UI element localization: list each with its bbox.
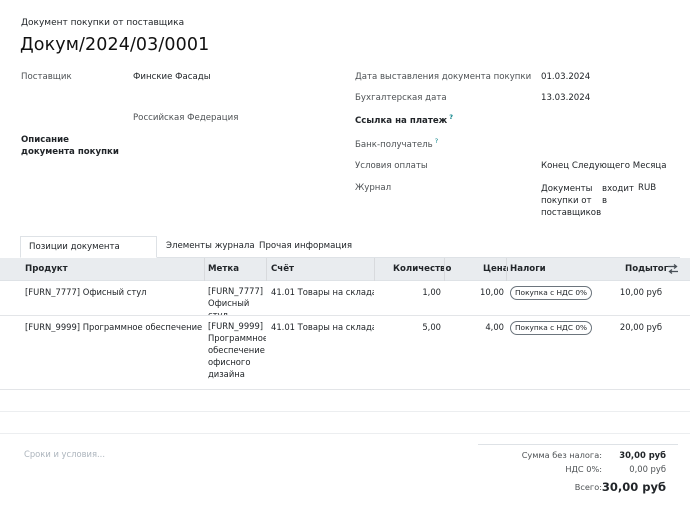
row-account[interactable]: 41.01 Товары на складах xyxy=(271,287,374,297)
help-icon[interactable]: ? xyxy=(449,113,453,121)
invoice-date-field[interactable]: 01.03.2024 xyxy=(541,72,590,82)
payment-terms-label: Условия оплаты xyxy=(355,161,428,171)
table-row[interactable]: [FURN_7777] Офисный стул [FURN_7777] Офи… xyxy=(0,282,690,316)
row-label[interactable]: [FURN_9999] Программное обеспечение офис… xyxy=(208,320,266,388)
row-quantity[interactable]: 1,00 xyxy=(380,287,441,297)
column-separator xyxy=(444,258,445,281)
table-row[interactable]: [FURN_9999] Программное обеспечение офи … xyxy=(0,317,690,390)
notebook-tabs: Позиции документа продажи Элементы журна… xyxy=(20,236,680,273)
journal-field[interactable]: Документы покупки от поставщиков xyxy=(541,183,601,219)
tab-journal-items[interactable]: Элементы журнала xyxy=(158,236,263,258)
accounting-date-label: Бухгалтерская дата xyxy=(355,93,447,103)
column-subtotal[interactable]: Подытог xyxy=(625,264,668,274)
column-account[interactable]: Счёт xyxy=(271,264,294,274)
vendor-field[interactable]: Финские Фасады xyxy=(133,72,211,82)
row-subtotal: 10,00 руб xyxy=(619,287,662,297)
row-subtotal: 20,00 руб xyxy=(619,322,662,332)
column-quantity[interactable]: Количество xyxy=(393,264,451,274)
column-separator xyxy=(374,258,375,281)
row-product[interactable]: [FURN_7777] Офисный стул xyxy=(25,287,203,297)
payment-reference-label: Ссылка на платеж? xyxy=(355,113,453,126)
row-label[interactable]: [FURN_7777] Офисный стул xyxy=(208,285,266,315)
column-product[interactable]: Продукт xyxy=(25,264,68,274)
total-value: 30,00 руб xyxy=(601,480,666,494)
page-title: Докум/2024/03/0001 xyxy=(20,35,210,55)
lines-table-header: Продукт Метка Счёт Количество Цена Налог… xyxy=(0,258,690,281)
description-label: Описание документа покупки xyxy=(21,135,119,157)
tab-other-info[interactable]: Прочая информация xyxy=(251,236,360,258)
column-price[interactable]: Цена xyxy=(483,264,509,274)
total-label: Всего: xyxy=(574,482,602,492)
table-bottom-divider xyxy=(0,411,690,412)
column-separator xyxy=(266,258,267,281)
footer-divider xyxy=(0,433,690,434)
payment-terms-field[interactable]: Конец Следующего Месяца xyxy=(541,161,667,171)
row-account[interactable]: 41.01 Товары на складах xyxy=(271,322,374,332)
document-type-label: Документ покупки от поставщика xyxy=(21,18,185,28)
recipient-bank-label: Банк-получатель? xyxy=(355,137,439,150)
row-price[interactable]: 4,00 xyxy=(448,322,504,332)
tax-badge[interactable]: Покупка с НДС 0% xyxy=(510,321,593,335)
journal-currency-field[interactable]: RUB xyxy=(638,183,656,193)
terms-conditions-field[interactable]: Сроки и условия... xyxy=(24,449,105,459)
column-taxes[interactable]: Налоги xyxy=(510,264,546,274)
recipient-bank-field[interactable] xyxy=(541,134,681,150)
vat-value: 0,00 руб xyxy=(629,464,666,474)
vendor-country: Российская Федерация xyxy=(133,113,239,123)
untaxed-amount-label: Сумма без налога: xyxy=(521,450,602,460)
column-settings-icon[interactable] xyxy=(667,263,679,278)
invoice-date-label: Дата выставления документа покупки xyxy=(355,72,532,82)
vat-label: НДС 0%: xyxy=(565,464,602,474)
accounting-date-field[interactable]: 13.03.2024 xyxy=(541,93,590,103)
row-quantity[interactable]: 5,00 xyxy=(380,322,441,332)
row-product[interactable]: [FURN_9999] Программное обеспечение офи xyxy=(25,322,205,332)
column-label[interactable]: Метка xyxy=(208,264,239,274)
vendor-label: Поставщик xyxy=(21,72,72,82)
help-icon[interactable]: ? xyxy=(435,137,438,145)
payment-reference-field[interactable] xyxy=(541,110,681,126)
tax-badge[interactable]: Покупка с НДС 0% xyxy=(510,286,593,300)
description-field[interactable] xyxy=(133,134,333,158)
totals-divider xyxy=(478,444,678,445)
row-price[interactable]: 10,00 xyxy=(448,287,504,297)
untaxed-amount-value: 30,00 руб xyxy=(619,450,666,460)
column-separator xyxy=(506,258,507,281)
journal-label: Журнал xyxy=(355,183,392,193)
journal-in-label: входит в xyxy=(602,184,634,206)
tab-invoice-lines[interactable]: Позиции документа продажи xyxy=(20,236,157,273)
column-separator xyxy=(204,258,205,281)
